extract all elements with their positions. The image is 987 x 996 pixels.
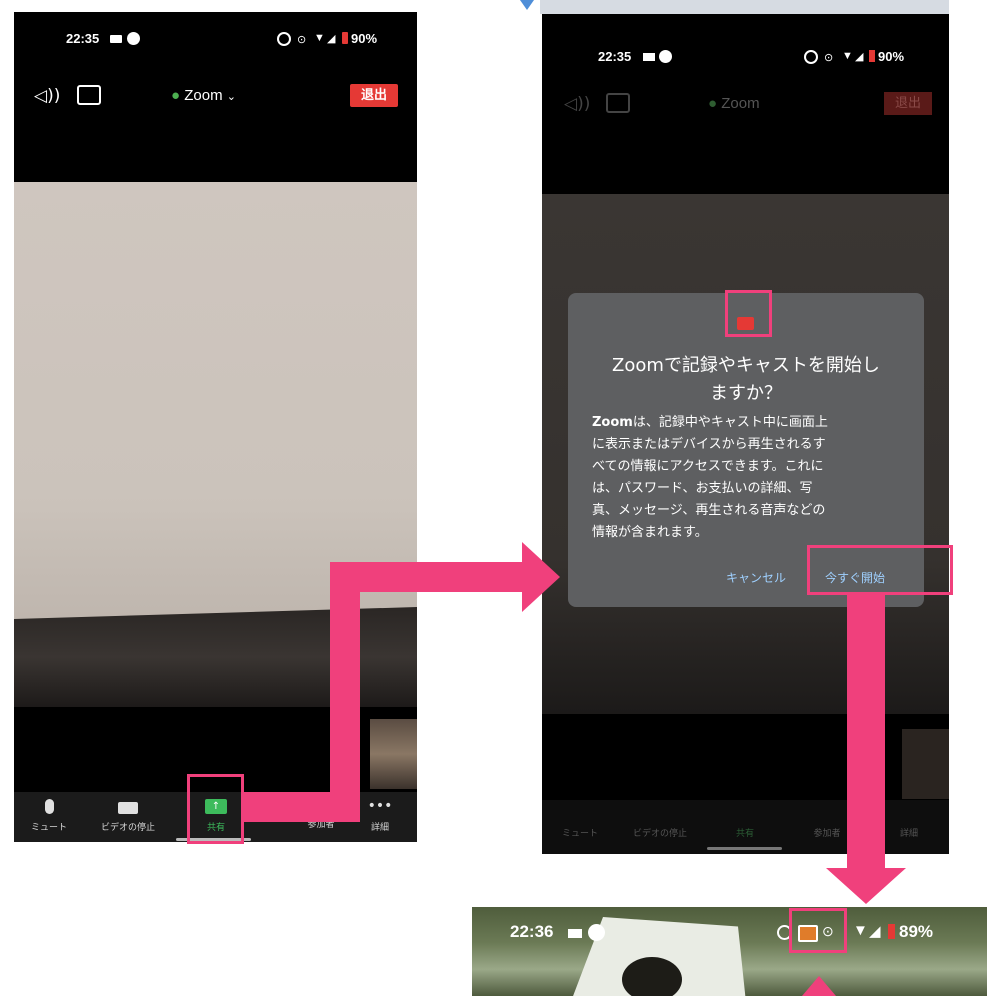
record-dot-icon [127, 32, 140, 45]
battery-icon [888, 924, 895, 939]
dialog-title-line1: Zoomで記録やキャストを開始し [612, 355, 880, 376]
signal-icon: ◢ [327, 33, 336, 45]
self-view-thumbnail [902, 729, 949, 799]
highlight-start-now-button [807, 545, 953, 595]
battery-icon [869, 50, 875, 62]
speaker-icon: ◁)) [564, 94, 591, 114]
shield-icon: ● [708, 95, 718, 112]
wifi-icon: ▼ [853, 922, 868, 939]
status-bar: 22:35 ⊙ ▼ ◢ 90% [542, 44, 949, 68]
speaker-icon[interactable]: ◁)) [34, 86, 60, 106]
battery-icon [342, 32, 348, 44]
leave-button: 退出 [884, 92, 932, 115]
alarm-icon [804, 50, 818, 64]
wifi-icon: ▼ [842, 50, 853, 62]
vibrate-icon: ⊙ [824, 52, 834, 64]
battery-percent: 89% [899, 922, 934, 941]
switch-camera-icon [606, 93, 630, 113]
record-dot-icon [659, 50, 672, 63]
switch-camera-icon[interactable] [77, 85, 101, 105]
signal-icon: ◢ [855, 51, 864, 63]
arrow-1-vertical [330, 562, 360, 822]
cancel-button[interactable]: キャンセル [726, 569, 786, 586]
more-icon: ••• [367, 798, 393, 814]
window-frame-edge [540, 0, 949, 14]
dialog-body-app: Zoom [592, 415, 633, 430]
meeting-title: ● Zoom [708, 95, 760, 112]
mute-button[interactable]: ミュート [24, 799, 74, 833]
chevron-down-icon: ⌄ [226, 91, 236, 103]
arrow-1-horizontal-top [330, 562, 525, 592]
status-time: 22:36 [510, 922, 554, 941]
leave-button[interactable]: 退出 [350, 84, 398, 107]
vibrate-icon: ⊙ [297, 34, 307, 46]
arrow-2-head [826, 868, 906, 904]
video-status-icon [643, 53, 655, 61]
record-dot-icon [588, 924, 605, 941]
dialog-title-line2: ますか？ [710, 383, 782, 404]
stop-video-button: ビデオの停止 [632, 829, 687, 839]
bottom-phone-screen: 22:36 ⊙ ▼ ◢ 89% [472, 907, 987, 996]
background-photo-shadow [622, 957, 682, 996]
arrow-2-shaft [847, 595, 885, 870]
shield-icon: ● [171, 87, 181, 104]
more-button: 詳細 [899, 829, 918, 839]
status-time: 22:35 [66, 31, 100, 46]
share-button: 共有 [735, 829, 754, 839]
video-status-icon [110, 35, 122, 43]
video-status-icon [568, 929, 582, 938]
highlight-share-button [187, 774, 244, 844]
home-indicator [707, 847, 782, 850]
highlight-cast-icon [725, 290, 772, 337]
frame-corner-icon [520, 0, 534, 10]
signal-icon: ◢ [869, 923, 881, 940]
right-phone-screen: 22:35 ⊙ ▼ ◢ 90% ◁)) ● Zoom 退出 ミュート ビデオの停… [542, 14, 949, 854]
status-bar: 22:35 ⊙ ▼ ◢ 90% [14, 26, 417, 50]
wifi-icon: ▼ [314, 32, 325, 44]
alarm-icon [277, 32, 291, 46]
mute-button: ミュート [561, 829, 598, 839]
status-time: 22:35 [598, 49, 632, 64]
microphone-icon [44, 799, 54, 814]
status-bar: 22:36 ⊙ ▼ ◢ 89% [472, 919, 987, 947]
self-view-thumbnail[interactable] [370, 719, 417, 789]
video-camera-icon [118, 802, 138, 814]
dialog-body: Zoomは、記録中やキャスト中に画面上 に表示またはデバイスから再生されるす べ… [592, 415, 828, 540]
battery-percent: 90% [351, 31, 378, 46]
more-button[interactable]: ••• 詳細 [359, 798, 401, 834]
battery-percent: 90% [878, 49, 905, 64]
meeting-title[interactable]: ● Zoom ⌄ [171, 87, 236, 104]
stop-video-button[interactable]: ビデオの停止 [90, 799, 166, 833]
highlight-status-cast-icon [789, 908, 847, 953]
